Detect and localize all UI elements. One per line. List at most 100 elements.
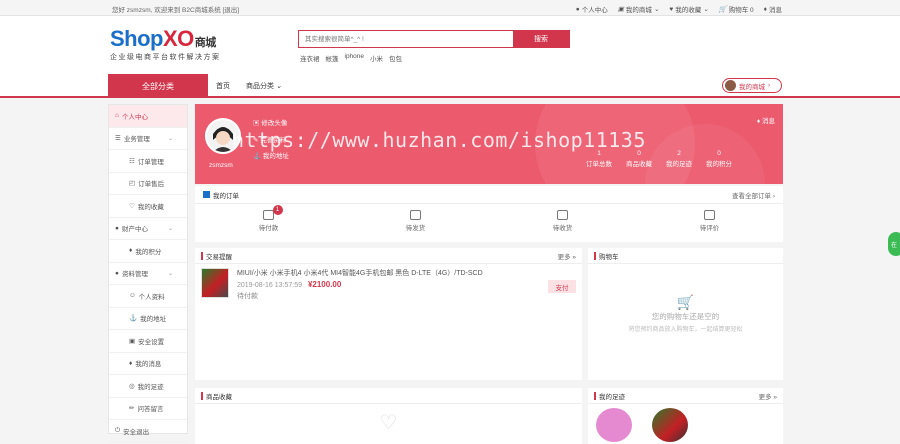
sidebar-item-label: 财产中心 [121, 226, 148, 234]
hot-keywords: 连衣裙 帐篷 iphone 小米 包包 [300, 53, 402, 63]
watermark-text: https://www.huzhan.com/ishop11135 [232, 128, 646, 152]
sidebar-item[interactable]: ◰ 订单售后 [109, 173, 187, 195]
my-orders-title: 我的订单 [203, 190, 239, 200]
logo-text-xo: XO [163, 26, 194, 51]
view-all-orders-link[interactable]: 查看全部订单 › [732, 190, 775, 200]
sidebar-item-icon: ✏ [129, 405, 135, 413]
order-price: ¥2100.00 [307, 280, 342, 289]
cart-empty-desc: 将您预约商品放入购物车，一起结算更轻松 [628, 327, 743, 333]
sidebar-item[interactable]: ♡ 我的收藏 [109, 195, 187, 218]
nav-link-home[interactable]: 首页 [216, 81, 230, 91]
sidebar-item[interactable]: ◎ 我的足迹 [109, 375, 187, 398]
my-store-button[interactable]: 我的商城 › [722, 78, 782, 93]
hot-keyword[interactable]: 小米 [370, 53, 383, 63]
top-nav-cart[interactable]: 🛒 购物车 0 [719, 4, 754, 14]
sidebar-item[interactable]: ⏻ 安全退出 [109, 420, 187, 443]
cart-icon: 🛒 [676, 294, 695, 310]
nav-links: 首页 商品分类 ⌄ [216, 81, 282, 91]
cart-empty-title: 您的购物车还是空的 [651, 312, 720, 321]
hot-keyword[interactable]: 连衣裙 [300, 53, 320, 63]
my-orders-header: 我的订单 查看全部订单 › [195, 186, 783, 204]
stat-points[interactable]: 0 我的积分 [699, 148, 739, 170]
trade-more-link[interactable]: 更多 » [558, 251, 576, 261]
sidebar-item-label: 订单管理 [137, 158, 164, 166]
hot-keyword[interactable]: iphone [345, 53, 365, 63]
bell-icon: ♦ [763, 5, 767, 13]
product-name[interactable]: MIUI/小米 小米手机4 小米4代 MI4智能4G手机包邮 黑色 D-LTE（… [237, 268, 540, 279]
trade-item: MIUI/小米 小米手机4 小米4代 MI4智能4G手机包邮 黑色 D-LTE（… [195, 264, 582, 306]
logo-text-cn: 商城 [194, 37, 217, 49]
cart-icon: 🛒 [718, 6, 727, 13]
site-logo[interactable]: ShopXO商城 [110, 26, 216, 52]
sidebar-item[interactable]: ✏ 问答留言 [109, 398, 187, 420]
sidebar-item-icon: ⌂ [115, 112, 119, 120]
footprint-more-link[interactable]: 更多 » [759, 391, 777, 401]
order-status-pending-receipt[interactable]: 待收货 [489, 204, 636, 240]
chevron-down-icon: ⌄ [275, 83, 282, 90]
footprint-item[interactable] [596, 408, 632, 442]
site-header: ShopXO商城 企业级电商平台软件解决方案 搜索 连衣裙 帐篷 iphone … [0, 16, 900, 74]
product-thumbnail[interactable] [201, 268, 229, 298]
trade-reminder-header: 交易提醒 更多 » [195, 248, 582, 264]
sidebar-item[interactable]: ♦ 我的消息 [109, 353, 187, 375]
top-nav-my-mall[interactable]: ▣ 我的商城 ⌄ [618, 4, 660, 14]
top-nav-user-center[interactable]: ● 个人中心 [576, 4, 608, 15]
order-status-pending-review[interactable]: 待评价 [636, 204, 783, 240]
footprint-title: 我的足迹 [599, 393, 625, 401]
main-nav: 全部分类 首页 商品分类 ⌄ 我的商城 › [0, 74, 900, 98]
list-icon [203, 191, 210, 198]
cart-header: 购物车 [588, 248, 783, 264]
sidebar-item[interactable]: ● 资料管理 ⌄ [109, 263, 187, 285]
sidebar-item[interactable]: ▣ 安全设置 [109, 330, 187, 353]
sidebar-item-label: 我的积分 [135, 248, 162, 256]
chevron-down-icon: ⌄ [703, 6, 709, 13]
chevron-down-icon: ⌄ [167, 225, 173, 232]
hot-keyword[interactable]: 包包 [389, 53, 402, 63]
sidebar-item-label: 订单售后 [138, 181, 165, 189]
footprint-panel: 我的足迹 更多 » [588, 388, 783, 444]
favorites-title: 商品收藏 [206, 393, 232, 401]
order-badge: 1 [272, 205, 283, 215]
footprint-item[interactable] [652, 408, 688, 442]
bell-icon: ♦ [756, 118, 761, 125]
store-icon: ▣ [617, 6, 624, 13]
top-nav-favorites[interactable]: ♥ 我的收藏 ⌄ [669, 4, 709, 15]
heart-icon: ♥ [669, 5, 674, 13]
cart-empty-state: 🛒 您的购物车还是空的 将您预约商品放入购物车，一起结算更轻松 [588, 264, 783, 333]
float-service-tab[interactable]: 在 [888, 232, 900, 256]
pay-button[interactable]: 支付 [548, 280, 576, 293]
order-status-pending-shipment[interactable]: 待发货 [342, 204, 489, 240]
top-nav-messages[interactable]: ♦ 消息 [763, 4, 782, 15]
sidebar-item[interactable]: ⌂ 个人中心 [109, 105, 187, 128]
messages-link[interactable]: ♦ 消息 [757, 115, 775, 125]
nav-link-categories[interactable]: 商品分类 ⌄ [246, 81, 282, 91]
sidebar-item[interactable]: ☷ 订单管理 [109, 150, 187, 173]
stat-footprints[interactable]: 2 我的足迹 [659, 148, 699, 170]
sidebar-item-icon: ☷ [129, 157, 135, 165]
cart-panel: 购物车 🛒 您的购物车还是空的 将您预约商品放入购物车，一起结算更轻松 [588, 248, 783, 380]
sidebar-item-label: 安全退出 [123, 428, 150, 436]
welcome-text: 您好 zsmzsm, 欢迎来到 B2C商城系统 [退出] [112, 7, 240, 14]
search-input[interactable] [299, 31, 513, 47]
sidebar-item-icon: ● [115, 224, 119, 232]
sidebar-item[interactable]: ☺ 个人资料 [109, 285, 187, 308]
trade-reminder-title: 交易提醒 [206, 253, 232, 261]
pay-wrapper: 支付 [548, 268, 576, 302]
user-sidebar: ⌂ 个人中心 ☰ 业务管理 ⌄ ☷ 订单管理 ◰ 订单售后 ♡ 我的收藏 ● 财产中心 ⌄ ♦ 我的积分 ● 资料… [108, 104, 188, 443]
search-button[interactable]: 搜索 [513, 31, 569, 47]
hot-keyword[interactable]: 帐篷 [326, 53, 339, 63]
sidebar-item[interactable]: ♦ 我的积分 [109, 240, 187, 263]
sidebar-item[interactable]: ☰ 业务管理 ⌄ [109, 128, 187, 150]
all-categories-button[interactable]: 全部分类 [108, 74, 208, 98]
sidebar-item[interactable]: ⚓ 我的地址 [109, 308, 187, 330]
cart-title: 购物车 [599, 253, 619, 261]
edit-avatar-link[interactable]: ▣ 修改头像 [253, 117, 287, 127]
sidebar-item-icon: ◰ [129, 180, 136, 188]
order-status-pending-payment[interactable]: 1 待付款 [195, 204, 342, 240]
username: zsmzsm [209, 162, 233, 169]
sidebar-item[interactable]: ● 财产中心 ⌄ [109, 218, 187, 240]
sidebar-item-label: 我的地址 [140, 316, 167, 324]
sidebar-item-icon: ♦ [129, 247, 133, 255]
title-accent [201, 251, 203, 260]
top-bar: 您好 zsmzsm, 欢迎来到 B2C商城系统 [退出] ● 个人中心 ▣ 我的商城… [0, 0, 900, 16]
